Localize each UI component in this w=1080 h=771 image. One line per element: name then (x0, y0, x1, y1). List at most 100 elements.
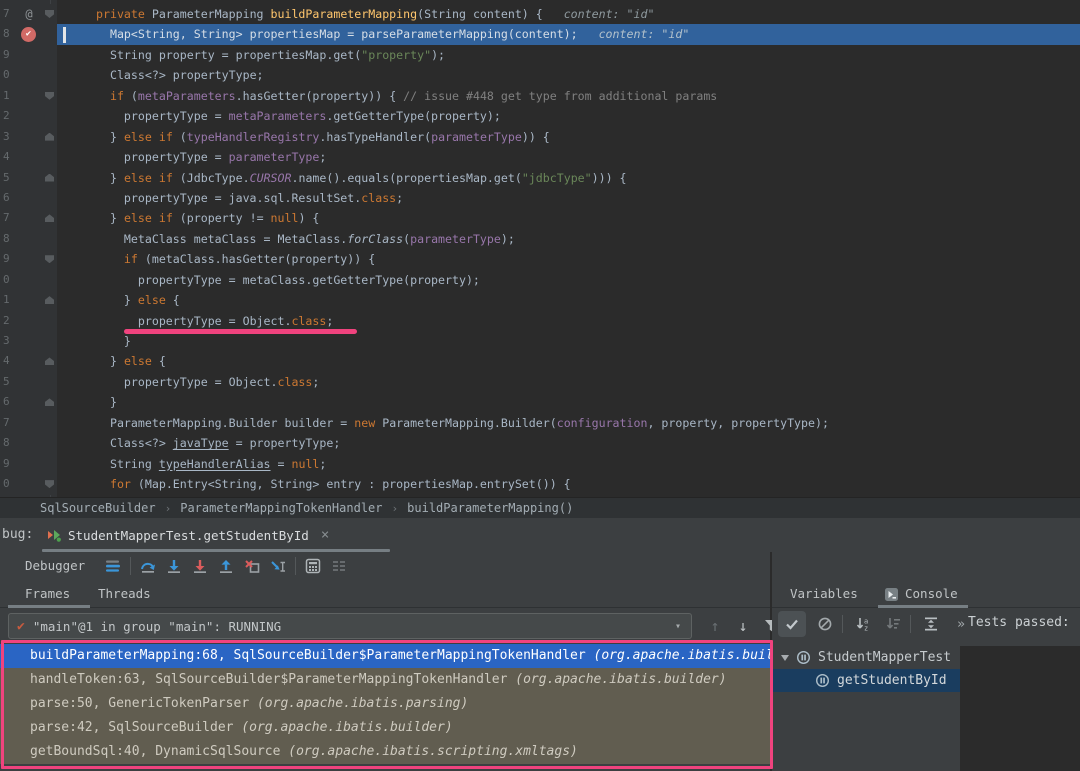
annotation-gutter-icon[interactable]: @ (16, 4, 42, 24)
fold-marker-icon[interactable] (42, 168, 57, 188)
code-line[interactable]: 8✔ Map<String, String> propertiesMap = p… (0, 24, 1080, 44)
code-line[interactable]: 6 propertyType = java.sql.ResultSet.clas… (0, 188, 1080, 208)
code-line[interactable]: 7 ParameterMapping.Builder builder = new… (0, 413, 1080, 433)
tab-console[interactable]: Console (884, 580, 958, 608)
test-name: StudentMapperTest (818, 650, 951, 665)
gutter-spacer (16, 168, 42, 188)
line-number: 7 (0, 4, 16, 24)
tab-variables[interactable]: Variables (790, 580, 858, 608)
code-line[interactable]: 1 if (metaParameters.hasGetter(property)… (0, 86, 1080, 106)
frame-package: (org.apache.ibatis.parsing) (257, 696, 468, 711)
code-line[interactable]: 7@private ParameterMapping buildParamete… (0, 4, 1080, 24)
console-output[interactable] (960, 646, 1080, 771)
code-text: Class<?> javaType = propertyType; (57, 433, 1080, 453)
thread-selector[interactable]: ✔ "main"@1 in group "main": RUNNING ▾ (8, 613, 692, 639)
code-line[interactable]: 5 propertyType = Object.class; (0, 372, 1080, 392)
code-line[interactable]: 0 for (Map.Entry<String, String> entry :… (0, 474, 1080, 494)
stack-frame-row[interactable]: getBoundSql:40, DynamicSqlSource (org.ap… (0, 740, 770, 764)
line-number: 6 (0, 188, 16, 208)
fold-marker-icon[interactable] (42, 249, 57, 269)
code-line[interactable]: 2 propertyType = metaParameters.getGette… (0, 106, 1080, 126)
fold-marker-icon[interactable] (42, 208, 57, 228)
show-passed-icon[interactable] (778, 611, 806, 637)
tab-frames[interactable]: Frames (25, 580, 70, 608)
fold-marker-icon[interactable] (42, 290, 57, 310)
code-line[interactable]: 1 } else { (0, 290, 1080, 310)
code-line[interactable]: 3 } else if (typeHandlerRegistry.hasType… (0, 127, 1080, 147)
code-line[interactable]: 2 propertyType = Object.class; (0, 311, 1080, 331)
show-ignored-icon[interactable] (812, 611, 838, 637)
stack-frame-row[interactable]: parse:42, SqlSourceBuilder (org.apache.i… (0, 716, 770, 740)
breakpoint-icon[interactable]: ✔ (16, 24, 42, 44)
breadcrumb-item[interactable]: buildParameterMapping() (407, 501, 573, 515)
code-text: propertyType = java.sql.ResultSet.class; (57, 188, 1080, 208)
stack-frame-row[interactable]: handleToken:63, SqlSourceBuilder$Paramet… (0, 668, 770, 692)
frame-location: buildParameterMapping:68, SqlSourceBuild… (30, 648, 594, 663)
code-line[interactable]: 9 if (metaClass.hasGetter(property)) { (0, 249, 1080, 269)
breadcrumb-item[interactable]: SqlSourceBuilder (40, 501, 156, 515)
code-text: } else { (57, 351, 1080, 371)
code-line[interactable]: 0 Class<?> propertyType; (0, 65, 1080, 85)
fold-marker-icon[interactable] (42, 351, 57, 371)
breadcrumb-separator: › (392, 502, 399, 515)
step-over-icon[interactable] (135, 555, 161, 577)
step-out-icon[interactable] (213, 555, 239, 577)
drop-frame-icon[interactable] (239, 555, 265, 577)
fold-marker-icon[interactable] (42, 392, 57, 412)
evaluate-expression-icon[interactable] (300, 555, 326, 577)
code-line[interactable]: 4 propertyType = parameterType; (0, 147, 1080, 167)
code-line[interactable]: 8 Class<?> javaType = propertyType; (0, 433, 1080, 453)
code-line[interactable]: 7 } else if (property != null) { (0, 208, 1080, 228)
code-line[interactable]: 3 } (0, 331, 1080, 351)
tab-threads[interactable]: Threads (98, 580, 151, 608)
thread-selector-value: "main"@1 in group "main": RUNNING (33, 619, 281, 634)
gutter-spacer (16, 474, 42, 494)
line-number: 6 (0, 392, 16, 412)
line-number: 5 (0, 168, 16, 188)
fold-marker-icon[interactable] (42, 127, 57, 147)
code-text: propertyType = Object.class; (57, 311, 1080, 331)
code-line[interactable]: 4 } else { (0, 351, 1080, 371)
debug-session-tab[interactable]: StudentMapperTest.getStudentById × (46, 518, 329, 552)
line-number: 2 (0, 311, 16, 331)
force-step-into-icon[interactable] (187, 555, 213, 577)
code-line[interactable]: 9 String typeHandlerAlias = null; (0, 454, 1080, 474)
fold-marker-icon[interactable] (42, 86, 57, 106)
frame-location: parse:50, GenericTokenParser (30, 696, 257, 711)
fold-column (42, 188, 57, 208)
frame-package: (org.apache.ibatis.builder) (594, 648, 770, 663)
expand-arrow-icon[interactable] (781, 655, 789, 661)
code-line[interactable]: 0 propertyType = metaClass.getGetterType… (0, 270, 1080, 290)
code-line[interactable]: 9 String property = propertiesMap.get("p… (0, 45, 1080, 65)
layout-settings-icon (326, 555, 352, 577)
fold-marker-icon[interactable] (42, 4, 57, 24)
breadcrumb-item[interactable]: ParameterMappingTokenHandler (180, 501, 382, 515)
sort-alphabetically-icon[interactable]: az (850, 611, 876, 637)
expand-collapse-icon[interactable] (918, 611, 944, 637)
code-line[interactable]: 5 } else if (JdbcType.CURSOR.name().equa… (0, 168, 1080, 188)
code-text: String property = propertiesMap.get("pro… (57, 45, 1080, 65)
code-line[interactable]: 6 } (0, 392, 1080, 412)
line-number: 0 (0, 474, 16, 494)
close-icon[interactable]: × (321, 527, 329, 543)
step-into-icon[interactable] (161, 555, 187, 577)
gutter-spacer (16, 65, 42, 85)
code-editor[interactable]: 7@private ParameterMapping buildParamete… (0, 0, 1080, 497)
svg-text:z: z (864, 625, 868, 633)
gutter-spacer (16, 331, 42, 351)
next-frame-icon[interactable]: ↓ (730, 613, 756, 639)
gutter-spacer (16, 229, 42, 249)
test-tree-row[interactable]: getStudentById (772, 669, 960, 692)
stack-frame-row[interactable]: parse:50, GenericTokenParser (org.apache… (0, 692, 770, 716)
run-to-cursor-icon[interactable] (265, 555, 291, 577)
test-tree-row[interactable]: StudentMapperTest (772, 646, 960, 669)
stack-frame-row[interactable]: buildParameterMapping:68, SqlSourceBuild… (0, 644, 770, 668)
code-text: propertyType = metaParameters.getGetterT… (57, 106, 1080, 126)
fold-marker-icon[interactable] (42, 474, 57, 494)
stack-frames-list: buildParameterMapping:68, SqlSourceBuild… (0, 644, 770, 771)
code-line[interactable]: 8 MetaClass metaClass = MetaClass.forCla… (0, 229, 1080, 249)
show-execution-point-icon[interactable] (100, 555, 126, 577)
inline-debugger-hint: content: "id" (578, 27, 690, 41)
line-number: 1 (0, 86, 16, 106)
code-text: MetaClass metaClass = MetaClass.forClass… (57, 229, 1080, 249)
